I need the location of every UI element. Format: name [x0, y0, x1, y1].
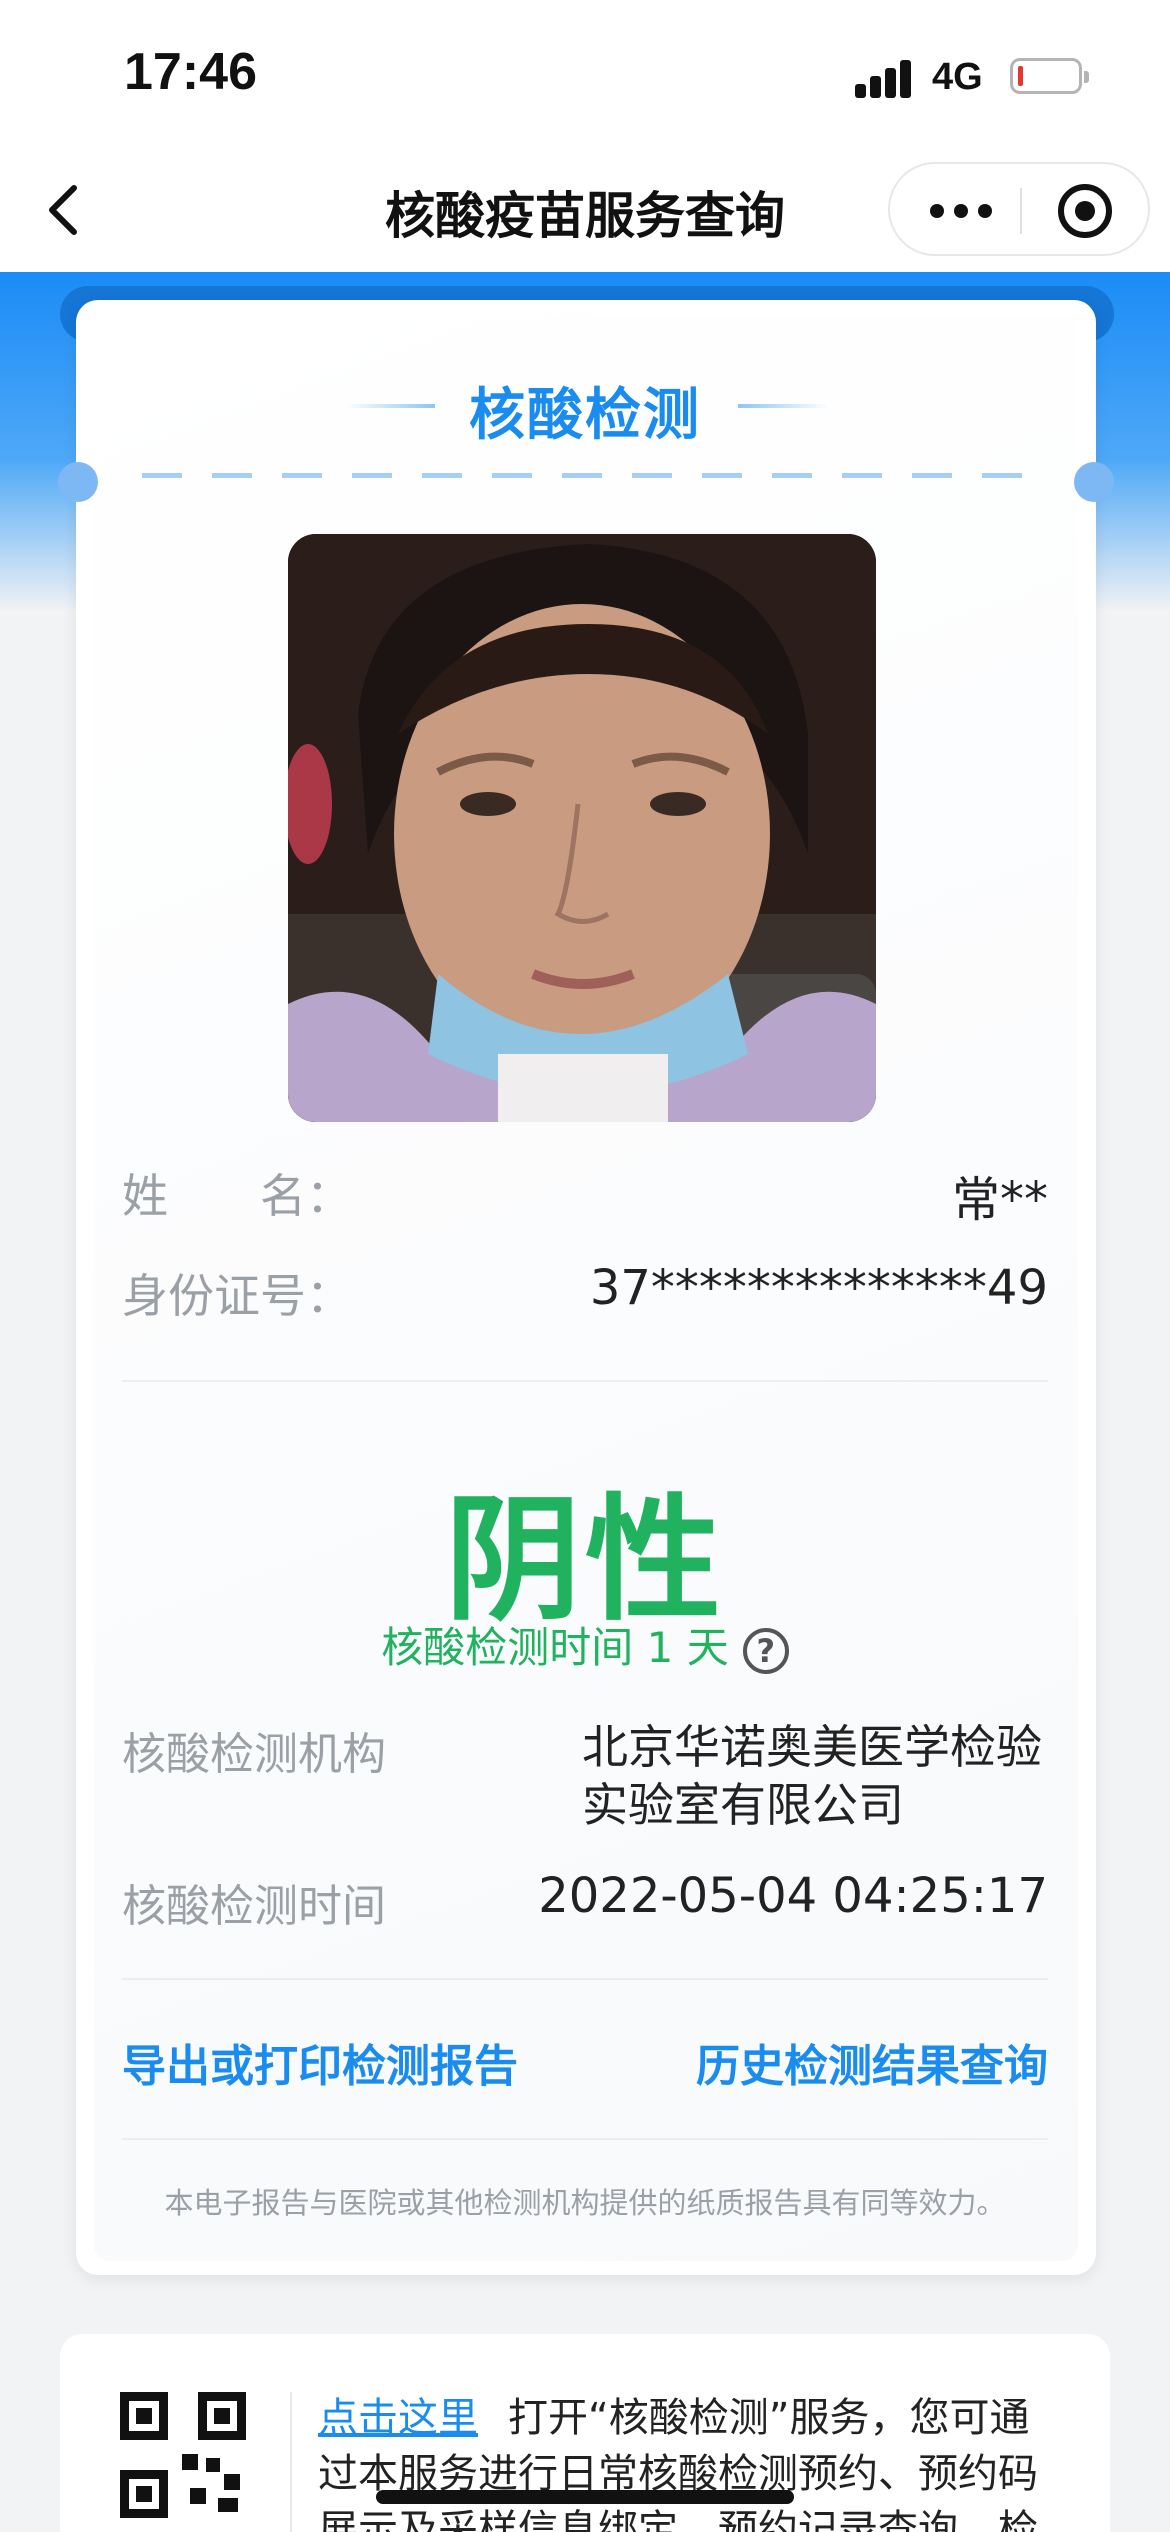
dashed-divider [142, 473, 1028, 478]
ticket-notch-right [1074, 462, 1114, 502]
capsule-divider [1020, 188, 1022, 234]
ticket-notch-left [58, 462, 98, 502]
service-info-text: 点击这里 打开“核酸检测”服务，您可通过本服务进行日常核酸检测预约、预约码展示及采… [318, 2390, 1066, 2532]
test-age-text: 核酸检测时间 1 天 [381, 1623, 729, 1672]
signal-icon [855, 58, 915, 98]
history-results-link[interactable]: 历史检测结果查询 [696, 2030, 1048, 2094]
status-time: 17:46 [124, 43, 257, 101]
separator [122, 2138, 1048, 2140]
status-bar: 17:46 4G [0, 0, 1170, 150]
institution-label: 核酸检测机构 [122, 1729, 386, 1780]
separator [122, 1978, 1048, 1980]
home-indicator[interactable] [376, 2490, 794, 2504]
battery-level [1018, 66, 1023, 86]
click-here-link[interactable]: 点击这里 [318, 2395, 478, 2441]
name-value: 常** [951, 1172, 1048, 1228]
nav-bar: 核酸疫苗服务查询 [0, 150, 1170, 272]
disclaimer: 本电子报告与医院或其他检测机构提供的纸质报告具有同等效力。 [164, 2186, 1006, 2220]
portrait-illustration [288, 534, 876, 1122]
close-program-button[interactable] [1058, 184, 1112, 238]
separator [122, 1380, 1048, 1382]
name-label: 姓 名： [122, 1169, 352, 1223]
more-button[interactable] [930, 200, 1000, 222]
institution-value: 北京华诺奥美医学检验实验室有限公司 [582, 1720, 1042, 1832]
network-type: 4G [932, 56, 983, 98]
section-title: 核酸检测 [469, 383, 701, 448]
test-time-value: 2022-05-04 04:25:17 [538, 1868, 1048, 1924]
qr-code-icon [120, 2392, 246, 2518]
test-age: 核酸检测时间 1 天? [0, 1614, 1170, 1675]
user-photo [288, 534, 876, 1122]
id-value: 37**************49 [589, 1260, 1048, 1316]
test-time-label: 核酸检测时间 [122, 1881, 386, 1932]
mini-program-capsule [888, 162, 1150, 256]
question-circle-icon[interactable]: ? [742, 1627, 789, 1674]
title-decoration-right [738, 404, 828, 408]
battery-icon [1010, 58, 1089, 94]
id-label: 身份证号： [122, 1269, 352, 1323]
info-divider [290, 2392, 292, 2532]
export-report-link[interactable]: 导出或打印检测报告 [122, 2030, 518, 2094]
